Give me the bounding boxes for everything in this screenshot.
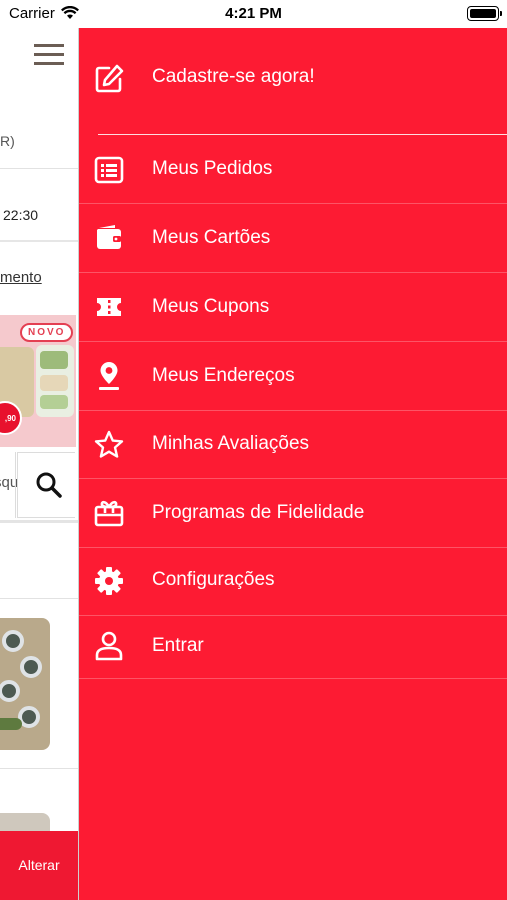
alterar-button[interactable]: Alterar xyxy=(0,831,78,900)
search-button[interactable] xyxy=(17,452,75,518)
partial-link-text[interactable]: mento xyxy=(0,269,42,286)
navigation-drawer: Cadastre-se agora! Meus Pedidos Meus Car… xyxy=(78,28,507,900)
product-image[interactable] xyxy=(0,618,50,750)
menu-item-meus-pedidos[interactable]: Meus Pedidos xyxy=(79,136,507,203)
battery-icon xyxy=(467,6,502,21)
hamburger-menu-icon[interactable] xyxy=(34,44,66,68)
menu-item-label: Programas de Fidelidade xyxy=(152,502,365,523)
partial-time-text: 22:30 xyxy=(3,207,39,223)
background-app: R) 22:30 mento NOVO ,90 squ Alterar xyxy=(0,28,78,900)
promo-new-tag: NOVO xyxy=(20,323,74,342)
divider xyxy=(98,134,507,135)
wallet-icon xyxy=(93,222,125,254)
menu-item-label: Meus Cupons xyxy=(152,296,270,317)
menu-item-minhas-avaliacoes[interactable]: Minhas Avaliações xyxy=(79,411,507,478)
promo-banner[interactable]: NOVO ,90 xyxy=(0,315,76,447)
location-pin-icon xyxy=(93,360,125,392)
ticket-icon xyxy=(93,291,125,323)
menu-item-label: Entrar xyxy=(152,635,204,656)
edit-icon xyxy=(93,63,125,95)
menu-item-meus-cartoes[interactable]: Meus Cartões xyxy=(79,204,507,272)
star-icon xyxy=(93,429,125,461)
menu-item-configuracoes[interactable]: Configurações xyxy=(79,548,507,615)
menu-item-label: Meus Cartões xyxy=(152,227,271,248)
menu-item-label: Meus Endereços xyxy=(152,365,295,386)
menu-item-meus-cupons[interactable]: Meus Cupons xyxy=(79,273,507,341)
signup-row[interactable]: Cadastre-se agora! xyxy=(79,53,507,103)
menu-item-entrar[interactable]: Entrar xyxy=(79,616,507,678)
clock: 4:21 PM xyxy=(225,5,282,22)
signup-label: Cadastre-se agora! xyxy=(152,66,315,87)
food-tray-image xyxy=(36,345,74,417)
menu-item-programas-de-fidelidade[interactable]: Programas de Fidelidade xyxy=(79,479,507,547)
menu-item-label: Configurações xyxy=(152,569,275,590)
search-icon xyxy=(35,471,63,504)
list-icon xyxy=(93,154,125,186)
gift-icon xyxy=(93,497,125,529)
status-bar: Carrier 4:21 PM xyxy=(0,0,507,28)
user-icon xyxy=(93,630,125,662)
gear-icon xyxy=(93,565,125,597)
menu-item-label: Meus Pedidos xyxy=(152,158,273,179)
divider xyxy=(79,678,507,679)
menu-item-label: Minhas Avaliações xyxy=(152,433,310,454)
menu-item-meus-enderecos[interactable]: Meus Endereços xyxy=(79,342,507,410)
partial-address-text: R) xyxy=(0,133,15,149)
